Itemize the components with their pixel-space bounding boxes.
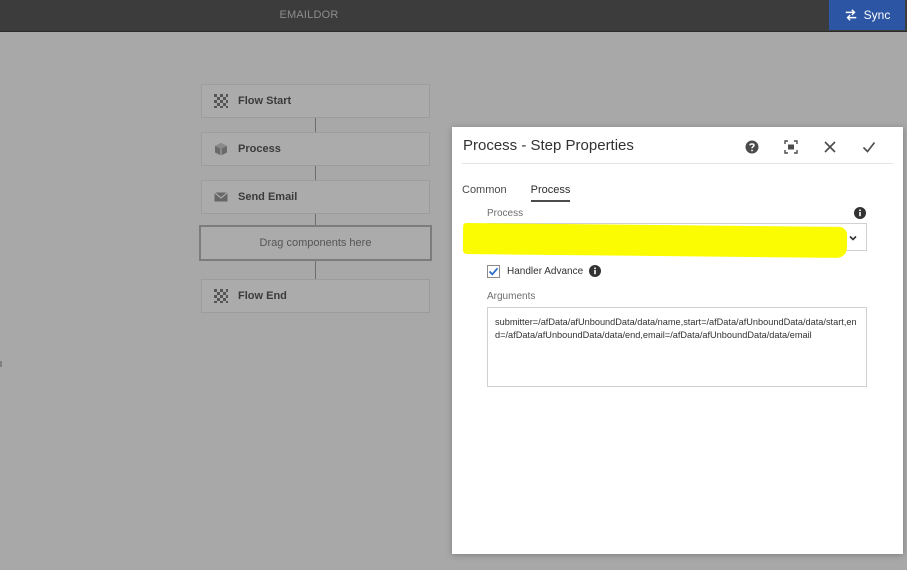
sync-label: Sync bbox=[863, 8, 891, 22]
drop-zone[interactable]: Drag components here bbox=[199, 225, 432, 261]
close-button[interactable] bbox=[810, 136, 849, 158]
checkmark-icon bbox=[862, 142, 875, 153]
flow-start-node[interactable]: Flow Start bbox=[201, 84, 430, 118]
tab-common[interactable]: Common bbox=[462, 184, 507, 202]
arguments-textarea[interactable]: submitter=/afData/afUnboundData/data/nam… bbox=[487, 307, 867, 387]
dialog-tabs: Common Process bbox=[462, 184, 570, 202]
flow-end-node[interactable]: Flow End bbox=[201, 279, 430, 313]
sync-icon bbox=[845, 9, 856, 21]
arguments-field-label: Arguments bbox=[487, 291, 536, 302]
fullscreen-button[interactable] bbox=[771, 136, 810, 158]
fullscreen-icon bbox=[783, 140, 798, 154]
chevron-down-icon bbox=[849, 235, 857, 241]
dialog-toolbar bbox=[732, 136, 888, 158]
sync-button[interactable]: Sync bbox=[829, 0, 905, 30]
step-properties-dialog: Process - Step Properties Common Process… bbox=[452, 127, 903, 554]
node-label: Flow End bbox=[238, 290, 287, 302]
dialog-divider bbox=[462, 163, 893, 164]
handler-advance-label: Handler Advance bbox=[507, 266, 584, 277]
page-title: EMAILDOR bbox=[279, 9, 339, 21]
node-label: Send Email bbox=[238, 191, 298, 203]
drop-zone-label: Drag components here bbox=[259, 237, 372, 249]
process-node[interactable]: Process bbox=[201, 132, 430, 166]
handler-advance-checkbox[interactable] bbox=[487, 265, 500, 278]
flow-end-icon bbox=[214, 289, 228, 303]
tab-process[interactable]: Process bbox=[530, 184, 570, 202]
email-icon bbox=[214, 190, 228, 204]
done-button[interactable] bbox=[849, 136, 888, 158]
process-field-label: Process bbox=[487, 208, 524, 219]
close-icon bbox=[823, 141, 836, 153]
send-email-node[interactable]: Send Email bbox=[201, 180, 430, 214]
canvas-edge-marker bbox=[0, 361, 2, 367]
connector-line bbox=[315, 166, 316, 180]
connector-line bbox=[315, 214, 316, 225]
yellow-highlight-mark bbox=[462, 222, 848, 259]
process-icon bbox=[214, 142, 228, 156]
handler-advance-info-icon[interactable] bbox=[589, 265, 601, 277]
connector-line bbox=[315, 261, 316, 279]
flow-start-icon bbox=[214, 94, 228, 108]
connector-line bbox=[315, 118, 316, 132]
node-label: Flow Start bbox=[238, 95, 292, 107]
dialog-title: Process - Step Properties bbox=[463, 137, 634, 154]
top-bar: EMAILDOR Sync bbox=[0, 0, 907, 32]
help-button[interactable] bbox=[732, 136, 771, 158]
help-icon bbox=[745, 140, 758, 154]
node-label: Process bbox=[238, 143, 281, 155]
checkmark-icon bbox=[488, 267, 499, 276]
process-info-icon[interactable] bbox=[854, 207, 866, 219]
